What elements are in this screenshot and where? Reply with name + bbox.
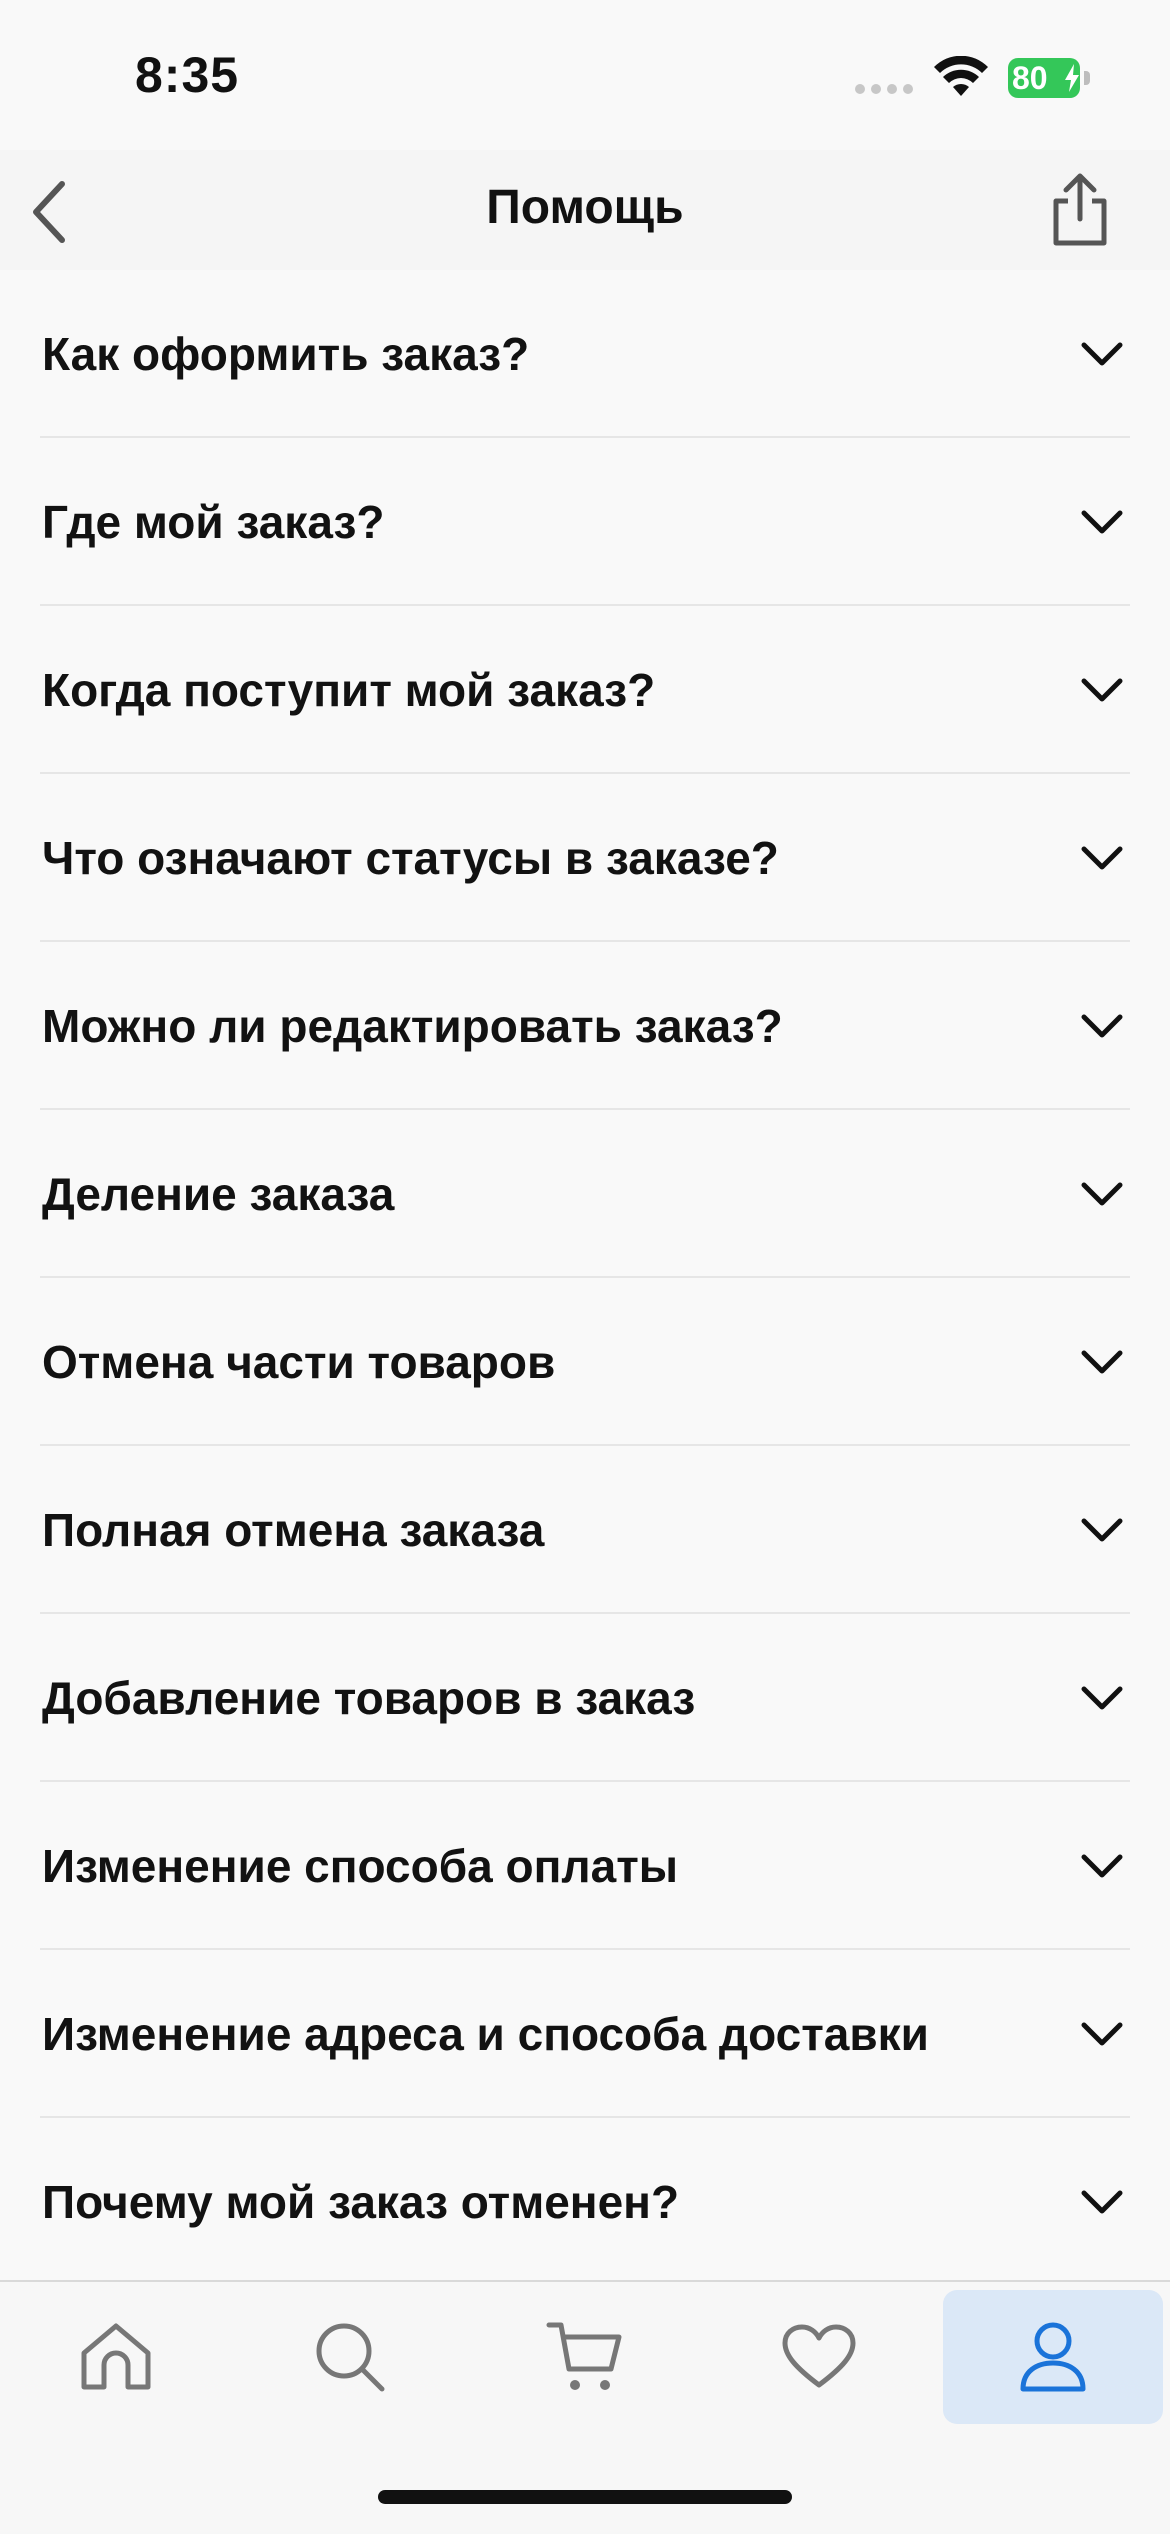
wifi-icon	[934, 56, 988, 96]
tab-profile[interactable]	[943, 2290, 1163, 2424]
tab-favorites[interactable]	[709, 2290, 929, 2424]
home-indicator	[378, 2490, 792, 2504]
faq-item[interactable]: Полная отмена заказа	[0, 1446, 1170, 1614]
charging-bolt-icon	[1065, 64, 1079, 92]
share-button[interactable]	[1040, 168, 1120, 252]
tab-home[interactable]	[6, 2290, 226, 2424]
battery-level: 80	[1012, 60, 1048, 96]
user-icon	[1020, 2322, 1086, 2392]
faq-item[interactable]: Почему мой заказ отменен?	[0, 2118, 1170, 2286]
chevron-down-icon	[1081, 2022, 1123, 2046]
faq-item[interactable]: Отмена части товаров	[0, 1278, 1170, 1446]
chevron-down-icon	[1081, 678, 1123, 702]
chevron-down-icon	[1081, 342, 1123, 366]
page-title: Помощь	[486, 181, 684, 234]
chevron-down-icon	[1081, 1854, 1123, 1878]
faq-item[interactable]: Изменение адреса и способа доставки	[0, 1950, 1170, 2118]
heart-icon	[782, 2324, 856, 2388]
faq-item[interactable]: Где мой заказ?	[0, 438, 1170, 606]
tab-search[interactable]	[240, 2290, 460, 2424]
faq-item[interactable]: Когда поступит мой заказ?	[0, 606, 1170, 774]
status-time: 8:35	[135, 47, 240, 103]
chevron-down-icon	[1081, 510, 1123, 534]
chevron-down-icon	[1081, 1686, 1123, 1710]
faq-item[interactable]: Как оформить заказ?	[0, 270, 1170, 438]
faq-question: Когда поступит мой заказ?	[42, 664, 656, 716]
faq-question: Что означают статусы в заказе?	[42, 832, 779, 884]
faq-question: Почему мой заказ отменен?	[42, 2176, 680, 2228]
chevron-down-icon	[1081, 1014, 1123, 1038]
faq-item[interactable]: Можно ли редактировать заказ?	[0, 942, 1170, 1110]
faq-item[interactable]: Добавление товаров в заказ	[0, 1614, 1170, 1782]
home-icon	[81, 2323, 151, 2390]
tab-cart[interactable]	[475, 2290, 695, 2424]
chevron-down-icon	[1081, 1518, 1123, 1542]
faq-question: Отмена части товаров	[42, 1336, 556, 1388]
faq-question: Изменение адреса и способа доставки	[42, 2008, 929, 2060]
nav-header: Помощь	[0, 150, 1170, 270]
faq-list: Как оформить заказ? Где мой заказ? Когда…	[0, 270, 1170, 2286]
status-bar: 8:35 80	[0, 0, 1170, 150]
share-icon	[1053, 173, 1107, 246]
cellular-signal-icon	[855, 84, 915, 96]
chevron-down-icon	[1081, 1182, 1123, 1206]
faq-question: Деление заказа	[42, 1168, 395, 1220]
faq-question: Изменение способа оплаты	[42, 1840, 679, 1892]
cart-icon	[546, 2322, 622, 2390]
search-icon	[316, 2323, 385, 2392]
faq-question: Где мой заказ?	[42, 496, 385, 548]
faq-item[interactable]: Деление заказа	[0, 1110, 1170, 1278]
battery-icon: 80	[1008, 58, 1092, 98]
faq-question: Полная отмена заказа	[42, 1504, 545, 1556]
faq-question: Добавление товаров в заказ	[42, 1672, 696, 1724]
chevron-down-icon	[1081, 846, 1123, 870]
faq-question: Как оформить заказ?	[42, 328, 530, 380]
chevron-down-icon	[1081, 2190, 1123, 2214]
chevron-down-icon	[1081, 1350, 1123, 1374]
faq-item[interactable]: Изменение способа оплаты	[0, 1782, 1170, 1950]
faq-question: Можно ли редактировать заказ?	[42, 1000, 783, 1052]
faq-item[interactable]: Что означают статусы в заказе?	[0, 774, 1170, 942]
